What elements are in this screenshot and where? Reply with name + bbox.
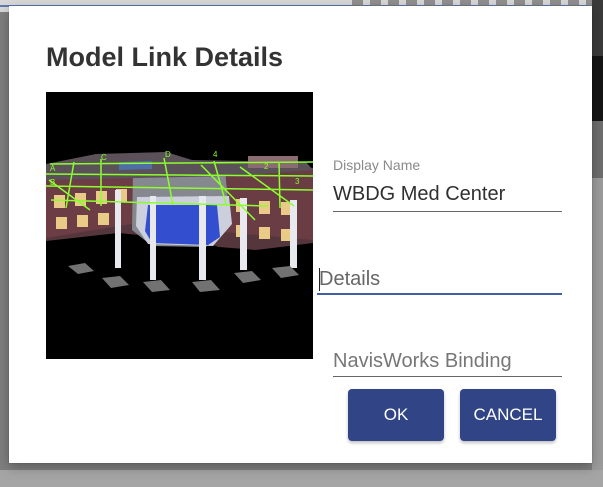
text-cursor [319,268,320,291]
background-bottom-area [0,470,603,487]
model-preview-image: C D 4 A B 2 3 [46,92,313,359]
svg-text:3: 3 [295,177,300,186]
display-name-underline [333,211,562,212]
model-link-details-dialog: Model Link Details C D 4 A B 2 3 Display… [9,6,592,463]
navisworks-binding-input[interactable] [333,346,562,376]
display-name-label: Display Name [333,157,421,173]
svg-text:C: C [101,153,107,162]
details-underline [317,293,562,295]
dialog-title: Model Link Details [46,42,284,72]
navisworks-binding-underline [333,376,562,377]
svg-text:4: 4 [213,150,218,159]
ok-button[interactable]: OK [348,389,444,441]
cancel-button[interactable]: CANCEL [460,389,556,441]
application-background: Model Link Details C D 4 A B 2 3 Display… [0,0,603,487]
svg-text:D: D [165,150,171,159]
svg-text:A: A [50,164,56,173]
svg-text:B: B [50,178,55,187]
svg-text:2: 2 [264,162,269,171]
details-input[interactable] [317,264,564,294]
display-name-value[interactable]: WBDG Med Center [333,183,505,206]
background-right-panel [592,0,603,487]
building-model-preview-icon: C D 4 A B 2 3 [46,92,313,359]
